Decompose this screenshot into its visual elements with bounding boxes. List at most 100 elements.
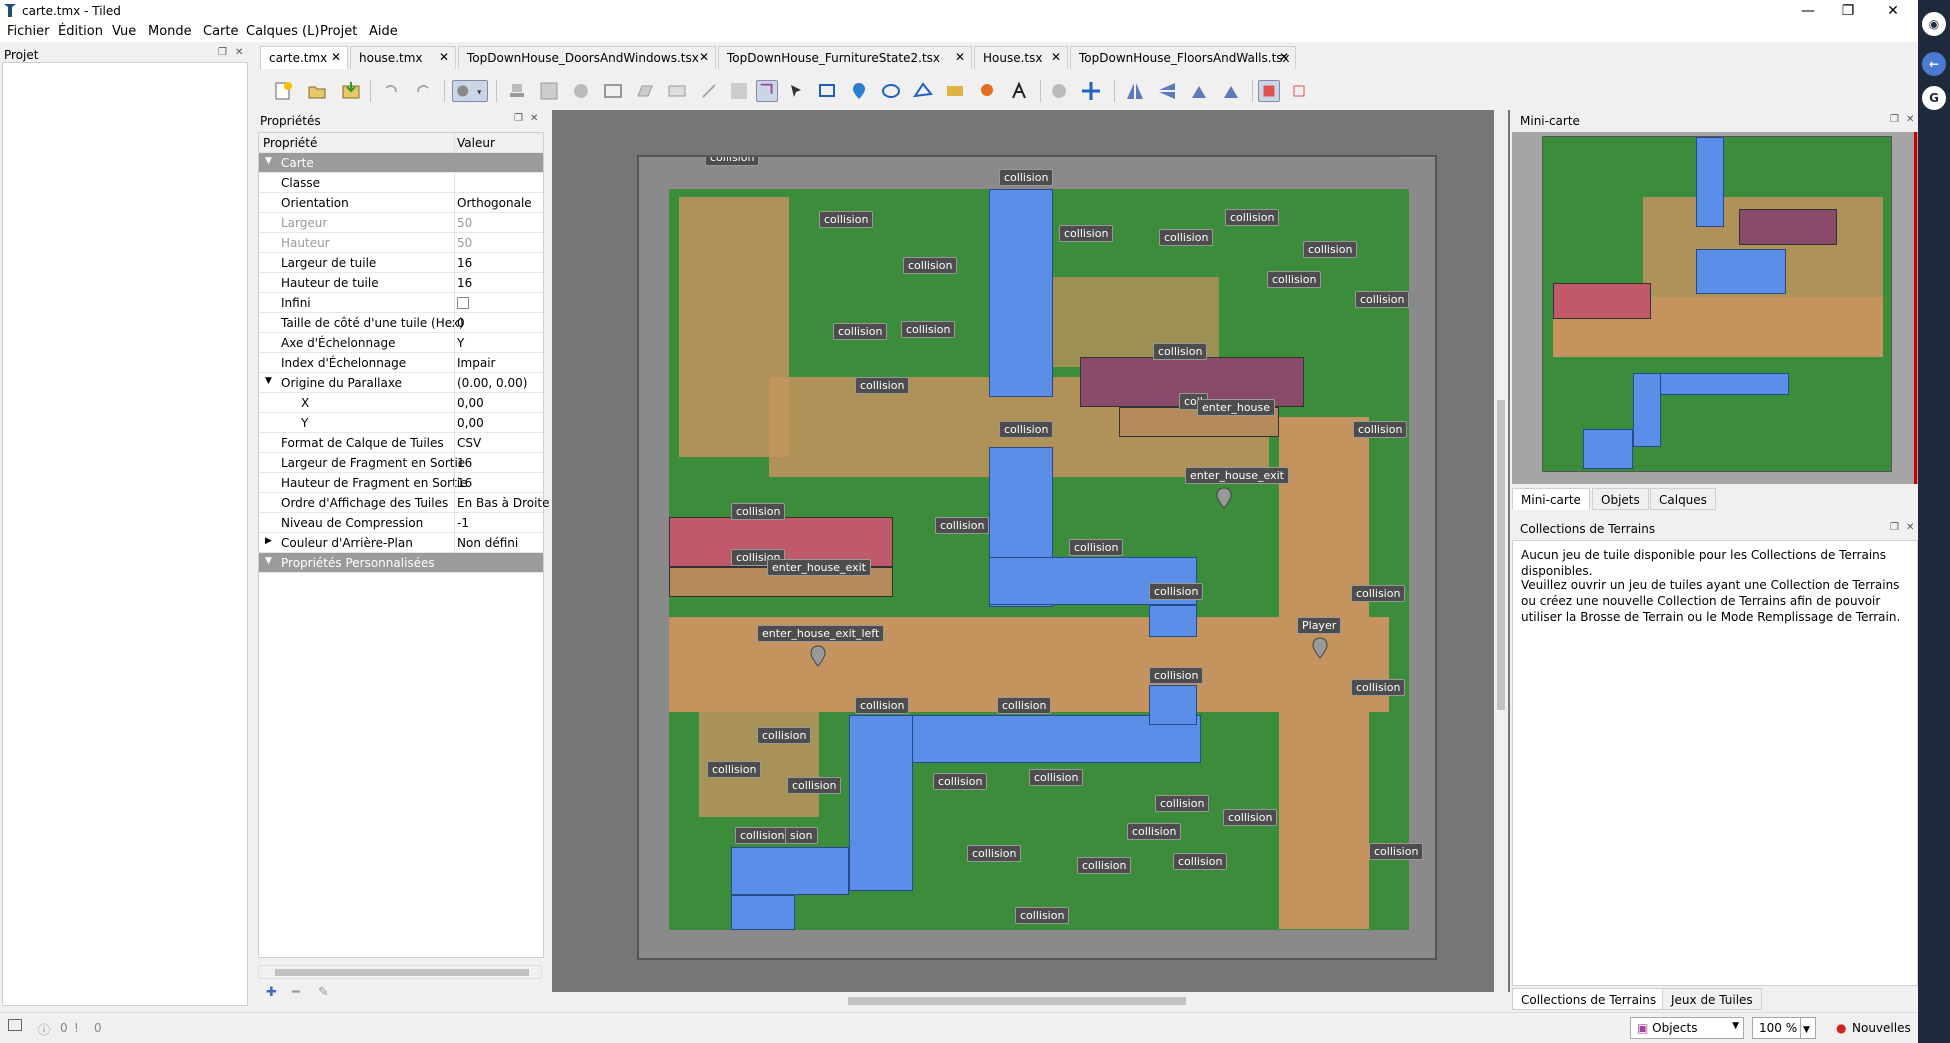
property-row[interactable]: ▶ Couleur d'Arrière-Plan Non défini	[259, 533, 543, 553]
property-row[interactable]: Hauteur de Fragment en Sortie 16	[259, 473, 543, 493]
infini-checkbox[interactable]	[457, 297, 469, 309]
terrain-brush-icon[interactable]	[538, 80, 560, 102]
property-row[interactable]: Taille de côté d'une tuile (Hex) 0	[259, 313, 543, 333]
redo-icon[interactable]	[412, 80, 434, 102]
shape-fill-icon[interactable]	[634, 80, 656, 102]
remove-property-icon[interactable]: ━	[292, 985, 300, 1000]
collision-label[interactable]: collision	[997, 697, 1052, 714]
property-value[interactable]: 16	[457, 456, 472, 470]
insert-tile-icon[interactable]	[944, 80, 966, 102]
wang-brush-icon[interactable]	[570, 80, 592, 102]
collision-label[interactable]: collision	[1153, 343, 1208, 360]
collision-label[interactable]: collision	[1127, 823, 1182, 840]
collision-label[interactable]: collision	[1059, 225, 1114, 242]
insert-point-icon[interactable]	[848, 80, 870, 102]
bucket-fill-icon[interactable]	[602, 80, 624, 102]
property-row[interactable]: Index d'Échelonnage Impair	[259, 353, 543, 373]
tab-layers[interactable]: Calques	[1650, 488, 1716, 510]
close-tab-icon[interactable]: ✕	[699, 50, 709, 64]
collision-label[interactable]: collision	[1223, 809, 1278, 826]
tab-carte[interactable]: carte.tmx ✕	[260, 46, 348, 69]
collision-label[interactable]: collision	[1303, 241, 1358, 258]
close-panel-icon[interactable]: ✕	[235, 47, 243, 58]
save-icon[interactable]	[340, 80, 362, 102]
collision-label[interactable]: collision	[1353, 421, 1408, 438]
collision-label[interactable]: collision	[1225, 209, 1280, 226]
tab-doors-windows[interactable]: TopDownHouse_DoorsAndWindows.tsx ✕	[458, 46, 716, 69]
rect-select-icon[interactable]	[698, 80, 720, 102]
eraser-icon[interactable]	[666, 80, 688, 102]
expand-arrow-icon[interactable]: ▶	[265, 536, 272, 546]
collision-label[interactable]: collision	[933, 773, 988, 790]
property-value[interactable]: 16	[457, 256, 472, 270]
property-row[interactable]: Niveau de Compression -1	[259, 513, 543, 533]
menu-aide[interactable]: Aide	[369, 24, 398, 39]
tab-tilesets[interactable]: Jeux de Tuiles	[1662, 988, 1762, 1010]
property-value[interactable]: Impair	[457, 356, 495, 370]
menu-carte[interactable]: Carte	[203, 24, 238, 39]
collision-label[interactable]: collision	[999, 169, 1054, 186]
collision-label[interactable]: collision	[1159, 229, 1214, 246]
enter-house-exit-left-pin-icon[interactable]	[809, 645, 827, 667]
open-icon[interactable]	[306, 80, 328, 102]
move-world-icon[interactable]	[1080, 80, 1102, 102]
property-value[interactable]: 0	[457, 316, 465, 330]
insert-rectangle-icon[interactable]	[816, 80, 838, 102]
property-row[interactable]: Hauteur de tuile 16	[259, 273, 543, 293]
canvas-vertical-scrollbar[interactable]	[1494, 110, 1508, 992]
property-row[interactable]: Largeur de tuile 16	[259, 253, 543, 273]
news-button[interactable]: Nouvelles	[1852, 1021, 1911, 1035]
collision-label[interactable]: collision	[901, 321, 956, 338]
collision-label[interactable]: collision	[1077, 857, 1132, 874]
property-row[interactable]: Largeur de Fragment en Sortie 16	[259, 453, 543, 473]
float-icon[interactable]: ❐	[1890, 522, 1899, 533]
collision-label[interactable]: collision	[903, 257, 958, 274]
collision-label[interactable]: collision	[1351, 679, 1406, 696]
collision-label[interactable]: collision	[731, 503, 786, 520]
tab-floors-walls[interactable]: TopDownHouse_FloorsAndWalls.tsx ✕	[1070, 46, 1296, 69]
zoom-dropdown[interactable]: ▼	[1800, 1017, 1816, 1039]
edit-polygons-icon[interactable]	[786, 80, 808, 102]
collision-label[interactable]: sion	[785, 827, 818, 844]
player-label[interactable]: Player	[1297, 617, 1342, 634]
float-icon[interactable]: ❐	[218, 47, 227, 58]
property-row[interactable]: ▼ Origine du Parallaxe (0.00, 0.00)	[259, 373, 543, 393]
tab-terrain-collections[interactable]: Collections de Terrains	[1512, 988, 1666, 1010]
collision-label[interactable]: collision	[705, 157, 760, 166]
property-row[interactable]: Orientation Orthogonale	[259, 193, 543, 213]
menu-fichier[interactable]: Fichier	[7, 24, 50, 39]
stamp-brush-icon[interactable]	[506, 80, 528, 102]
error-count[interactable]: 0	[60, 1021, 68, 1035]
rotate-left-icon[interactable]	[1188, 80, 1210, 102]
collision-label[interactable]: collision	[819, 211, 874, 228]
collision-label[interactable]: collision	[1369, 843, 1424, 860]
collision-label[interactable]: collision	[1149, 583, 1204, 600]
collision-label[interactable]: collision	[1155, 795, 1210, 812]
menu-monde[interactable]: Monde	[148, 24, 192, 39]
menu-vue[interactable]: Vue	[112, 24, 136, 39]
show-borders-icon[interactable]	[1288, 80, 1310, 102]
collision-label[interactable]: collision	[757, 727, 812, 744]
add-property-icon[interactable]: ✚	[266, 985, 277, 1000]
scrollbar-thumb[interactable]	[848, 997, 1186, 1005]
collapse-arrow-icon[interactable]: ▼	[265, 156, 272, 166]
property-value[interactable]: CSV	[457, 436, 481, 450]
close-panel-icon[interactable]: ✕	[530, 113, 538, 124]
close-tab-icon[interactable]: ✕	[1279, 50, 1289, 64]
player-pin-icon[interactable]	[1311, 637, 1329, 659]
select-objects-icon[interactable]	[756, 80, 778, 102]
collision-label[interactable]: collision	[707, 761, 762, 778]
tab-house[interactable]: house.tmx ✕	[350, 46, 456, 69]
close-panel-icon[interactable]: ✕	[1906, 522, 1914, 533]
property-value[interactable]: Y	[457, 336, 464, 350]
back-arrow-icon[interactable]: ←	[1922, 52, 1946, 76]
insert-text-icon[interactable]	[1008, 80, 1030, 102]
property-row[interactable]: Largeur 50	[259, 213, 543, 233]
collision-label[interactable]: collision	[935, 517, 990, 534]
property-value[interactable]: En Bas à Droite	[457, 496, 550, 510]
minimap-thumbnail[interactable]	[1542, 136, 1892, 472]
property-row[interactable]: Format de Calque de Tuiles CSV	[259, 433, 543, 453]
close-tab-icon[interactable]: ✕	[439, 50, 449, 64]
collapse-arrow-icon[interactable]: ▼	[265, 556, 272, 566]
collision-label[interactable]: collision	[1399, 157, 1435, 158]
